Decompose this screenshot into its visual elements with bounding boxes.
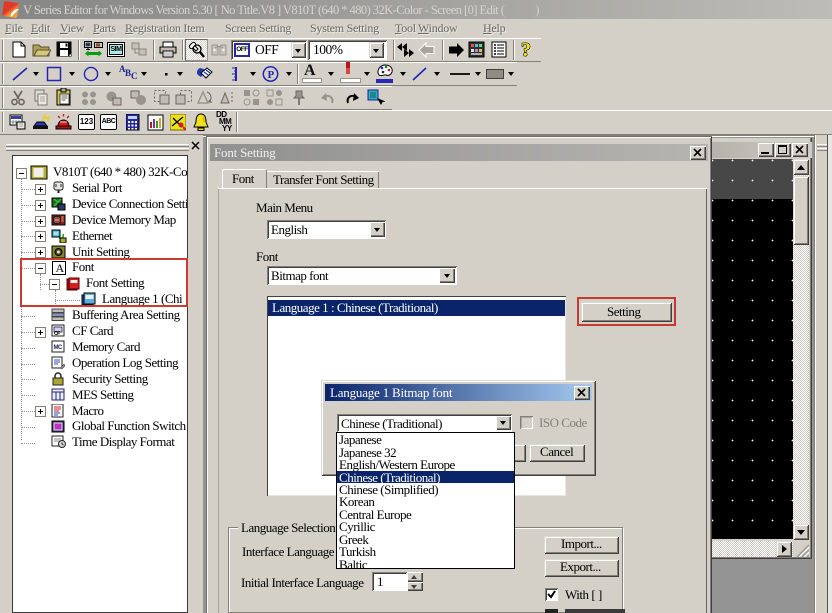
- svg-text:?: ?: [521, 39, 531, 61]
- svg-text:P: P: [268, 69, 275, 81]
- svg-text:CF: CF: [54, 331, 60, 337]
- svg-text:MC: MC: [54, 345, 64, 351]
